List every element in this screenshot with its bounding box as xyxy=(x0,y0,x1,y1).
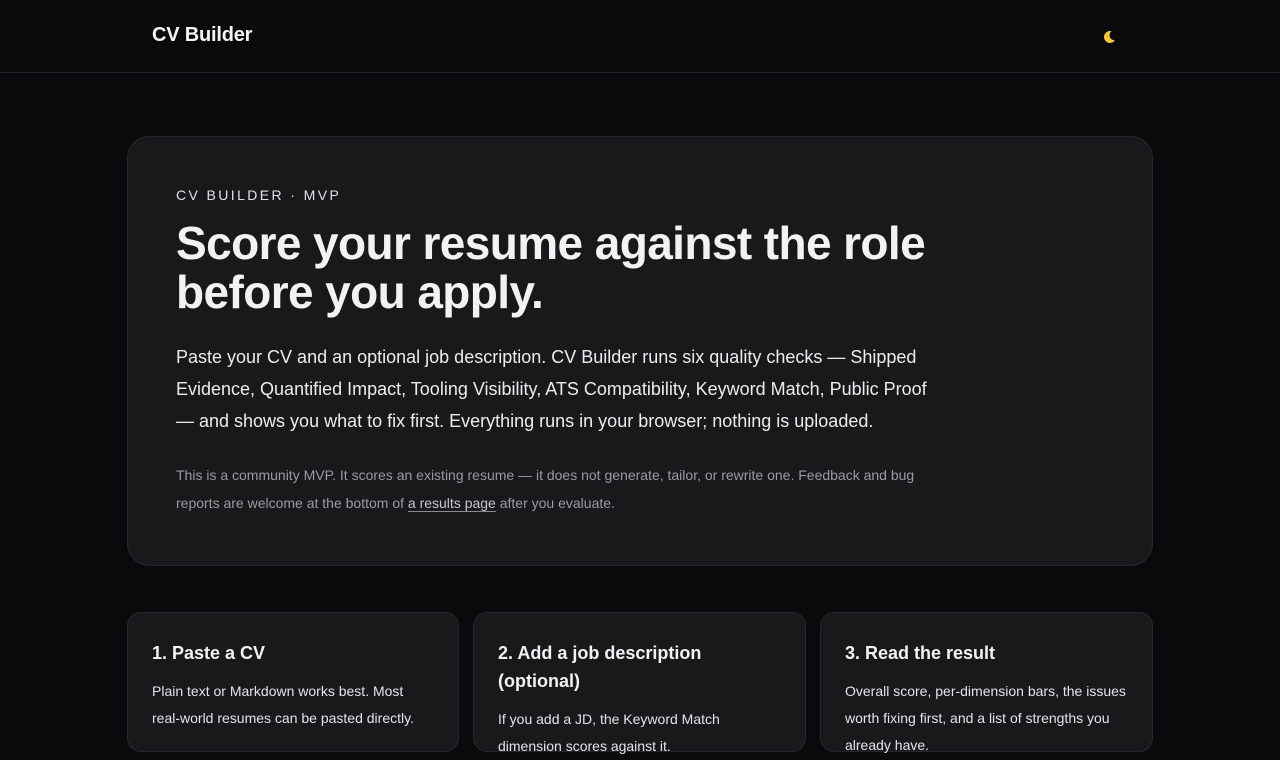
step-body: Plain text or Markdown works best. Most … xyxy=(152,683,414,726)
hero-note-text-end: after you evaluate. xyxy=(495,495,615,511)
moon-icon xyxy=(1103,30,1115,43)
hero-description: Paste your CV and an optional job descri… xyxy=(176,347,927,431)
hero-card: CV BUILDER · MVP Score your resume again… xyxy=(127,136,1153,566)
step-body: If you add a JD, the Keyword Match dimen… xyxy=(498,711,720,754)
step-title: 2. Add a job description (optional) xyxy=(498,643,702,691)
hero-note: This is a community MVP. It scores an ex… xyxy=(176,461,936,517)
hero-eyebrow: CV BUILDER · MVP xyxy=(176,187,342,203)
brand-logo[interactable]: CV Builder xyxy=(152,24,252,47)
step-body: Overall score, per-dimension bars, the i… xyxy=(845,683,1126,753)
theme-toggle-button[interactable] xyxy=(1096,24,1122,50)
step-title: 3. Read the result xyxy=(845,643,996,663)
step-card-paste: 1. Paste a CV Plain text or Markdown wor… xyxy=(127,612,459,752)
results-page-link[interactable]: a results page xyxy=(407,495,496,512)
step-card-result: 3. Read the result Overall score, per-di… xyxy=(820,612,1153,753)
top-navbar: CV Builder xyxy=(0,0,1280,73)
step-card-job-description: 2. Add a job description (optional) If y… xyxy=(473,612,806,754)
hero-title: Score your resume against the role befor… xyxy=(176,217,926,318)
step-title: 1. Paste a CV xyxy=(152,643,266,663)
